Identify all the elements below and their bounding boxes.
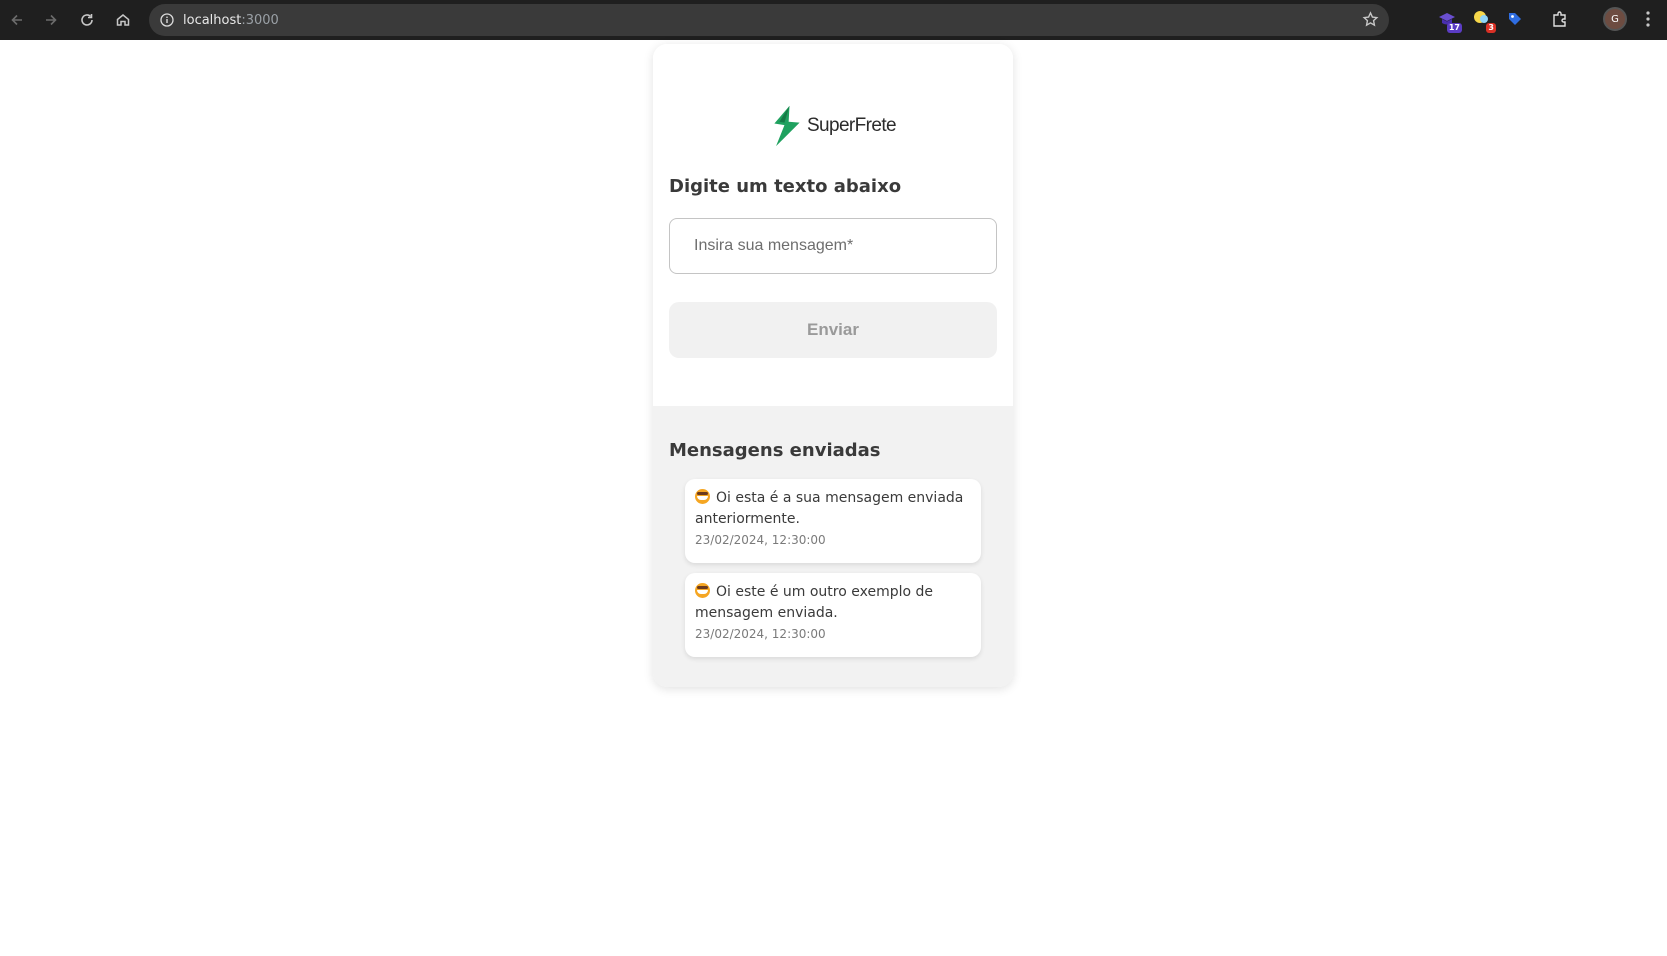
bulb-extension-icon[interactable]: 3	[1470, 8, 1496, 33]
back-icon[interactable]	[0, 3, 34, 37]
extension-badge: 17	[1446, 23, 1462, 33]
send-button[interactable]: Enviar	[669, 302, 997, 358]
hat-extension-icon[interactable]: 17	[1436, 8, 1462, 33]
url-text: localhost:3000	[183, 12, 279, 28]
message-item: Oi esta é a sua mensagem enviada anterio…	[685, 479, 981, 563]
superfrete-logo: SuperFrete	[771, 100, 897, 152]
sent-messages-section: Mensagens enviadas Oi esta é a sua mensa…	[653, 406, 1013, 687]
message-item: Oi este é um outro exemplo de mensagem e…	[685, 573, 981, 657]
extension-badge: 3	[1486, 23, 1496, 33]
browser-toolbar: localhost:3000 17 3 G	[0, 0, 1667, 40]
brand-name: SuperFrete	[806, 115, 897, 136]
forward-icon[interactable]	[34, 3, 68, 37]
grinning-face-icon	[695, 489, 710, 504]
profile-avatar[interactable]: G	[1603, 7, 1627, 31]
bookmark-star-icon[interactable]	[1362, 11, 1379, 32]
message-date: 23/02/2024, 12:30:00	[695, 533, 826, 547]
extensions-puzzle-icon[interactable]	[1549, 8, 1571, 30]
message-text: Oi esta é a sua mensagem enviada anterio…	[695, 490, 964, 527]
message-date: 23/02/2024, 12:30:00	[695, 627, 826, 641]
grinning-face-icon	[695, 583, 710, 598]
form-title: Digite um texto abaixo	[669, 176, 902, 197]
message-card: SuperFrete Digite um texto abaixo Enviar…	[653, 44, 1013, 687]
reload-icon[interactable]	[70, 3, 104, 37]
home-icon[interactable]	[106, 3, 140, 37]
menu-kebab-icon[interactable]	[1645, 10, 1651, 32]
site-info-icon[interactable]	[151, 4, 183, 36]
sent-messages-title: Mensagens enviadas	[669, 440, 881, 461]
lightning-logo-icon	[774, 105, 800, 147]
tag-extension-icon[interactable]	[1504, 8, 1526, 30]
address-bar[interactable]: localhost:3000	[149, 4, 1389, 36]
message-text: Oi este é um outro exemplo de mensagem e…	[695, 584, 933, 621]
form-section: SuperFrete Digite um texto abaixo Enviar	[653, 44, 1013, 406]
message-input[interactable]	[669, 218, 997, 274]
